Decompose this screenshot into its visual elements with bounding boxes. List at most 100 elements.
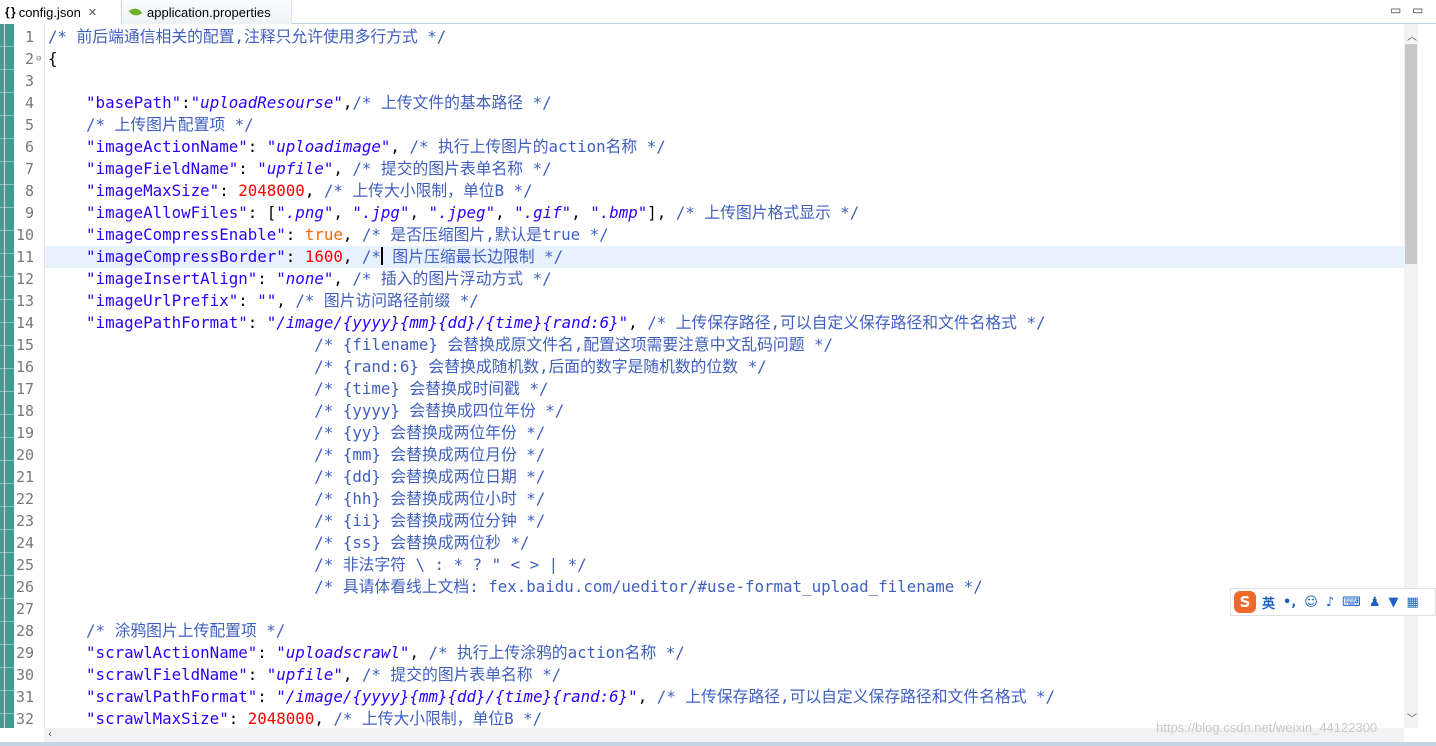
vertical-scroll-thumb[interactable] [1405,44,1417,264]
code-line[interactable]: /* 上传图片配置项 */ [48,114,1404,136]
code-line[interactable] [48,70,1404,92]
code-line[interactable]: "basePath":"uploadResourse",/* 上传文件的基本路径… [48,92,1404,114]
code-line[interactable]: /* {yyyy} 会替换成四位年份 */ [48,400,1404,422]
code-line[interactable]: /* {hh} 会替换成两位小时 */ [48,488,1404,510]
code-token: "upfile" [266,665,343,684]
line-number: 3 [24,72,34,90]
code-token: "scrawlActionName" [86,643,258,662]
code-line[interactable]: /* {mm} 会替换成两位月份 */ [48,444,1404,466]
code-token: "imageAllowFiles" [86,203,248,222]
line-number: 32 [15,710,34,728]
code-line[interactable]: /* {ii} 会替换成两位分钟 */ [48,510,1404,532]
scroll-down-icon[interactable]: ﹀ [1407,710,1417,725]
line-number: 21 [15,468,34,486]
code-token: : [219,181,239,200]
code-token: : [257,269,277,288]
code-line[interactable]: "imageUrlPrefix": "", /* 图片访问路径前缀 */ [48,290,1404,312]
code-line[interactable]: /* {filename} 会替换成原文件名,配置这项需要注意中文乱码问题 */ [48,334,1404,356]
code-editor[interactable]: 1 2 ⊖ 3 4 5 6 7 8 9 10 11 12 13 14 15 16 17 18 19 20 21 22 23 24… [0,24,1404,728]
code-line[interactable]: "imageAllowFiles": [".png", ".jpg", ".jp… [48,202,1404,224]
code-token: /* 涂鸦图片上传配置项 */ [86,621,286,640]
code-line[interactable]: "scrawlFieldName": "upfile", /* 提交的图片表单名… [48,664,1404,686]
window-bottom-border [0,742,1436,746]
user-icon[interactable]: ♟ [1369,595,1381,610]
code-line[interactable]: /* {yy} 会替换成两位年份 */ [48,422,1404,444]
code-lines[interactable]: /* 前后端通信相关的配置,注释只允许使用多行方式 */ { "basePath"… [45,26,1404,728]
line-number: 15 [15,336,34,354]
code-line[interactable]: /* {time} 会替换成时间戳 */ [48,378,1404,400]
code-line[interactable]: /* {rand:6} 会替换成随机数,后面的数字是随机数的位数 */ [48,356,1404,378]
code-token: , [390,137,410,156]
code-line[interactable]: "imagePathFormat": "/image/{yyyy}{mm}{dd… [48,312,1404,334]
code-line[interactable]: "imageCompressEnable": true, /* 是否压缩图片,默… [48,224,1404,246]
close-tab-icon[interactable]: ✕ [88,6,97,19]
keyboard-icon[interactable]: ⌨ [1342,595,1361,610]
grid-icon[interactable]: ▦ [1407,595,1419,610]
code-token: : [247,137,267,156]
scroll-left-icon[interactable]: ‹ [48,729,52,740]
code-token: "" [257,291,277,310]
code-token: , [342,93,353,112]
tab-application-properties[interactable]: application.properties [122,0,292,24]
code-token: : [247,665,267,684]
code-token: "upfile" [257,159,334,178]
line-number: 10 [15,226,34,244]
code-line[interactable]: { [48,48,1404,70]
code-token: /* 上传保存路径,可以自定义保存路径和文件名格式 */ [647,313,1046,332]
editor-tab-bar: { } config.json ✕ application.properties… [0,0,1436,24]
line-number-gutter: 1 2 ⊖ 3 4 5 6 7 8 9 10 11 12 13 14 15 16 17 18 19 20 21 22 23 24… [14,24,41,728]
tab-config-json[interactable]: { } config.json ✕ [0,0,122,24]
line-number: 29 [15,644,34,662]
code-line[interactable]: "imageInsertAlign": "none", /* 插入的图片浮动方式… [48,268,1404,290]
code-token: : [247,313,267,332]
vertical-scrollbar[interactable]: ︿ ﹀ [1404,24,1418,728]
code-token: /* 提交的图片表单名称 */ [352,159,552,178]
code-token: /* 前后端通信相关的配置,注释只允许使用多行方式 */ [48,27,447,46]
fold-toggle-icon[interactable]: ⊖ [36,48,41,70]
code-line[interactable]: "imageFieldName": "upfile", /* 提交的图片表单名称… [48,158,1404,180]
ime-language-toggle[interactable]: 英 [1262,593,1275,612]
code-line[interactable]: /* 涂鸦图片上传配置项 */ [48,620,1404,642]
code-token: : [257,643,277,662]
code-line[interactable]: /* {ss} 会替换成两位秒 */ [48,532,1404,554]
ime-logo-icon[interactable]: S [1234,591,1256,613]
code-line[interactable]: /* 前后端通信相关的配置,注释只允许使用多行方式 */ [48,26,1404,48]
microphone-icon[interactable]: ♪ [1326,595,1334,610]
gutter-separator [44,24,45,728]
ime-toolbar[interactable]: S 英 •, ☺ ♪ ⌨ ♟ ▼ ▦ [1230,588,1436,616]
code-line[interactable]: /* 非法字符 \ : * ? " < > | */ [48,554,1404,576]
code-line[interactable]: "imageActionName": "uploadimage", /* 执行上… [48,136,1404,158]
code-line[interactable]: "scrawlPathFormat": "/image/{yyyy}{mm}{d… [48,686,1404,708]
json-file-icon: { } [5,5,16,19]
code-line[interactable]: "scrawlActionName": "uploadscrawl", /* 执… [48,642,1404,664]
code-token: "uploadscrawl" [276,643,410,662]
code-token: : [ [247,203,277,222]
ime-punctuation-toggle[interactable]: •, [1283,595,1296,610]
minimize-icon[interactable]: ▭ [1390,3,1401,17]
line-number: 16 [15,358,34,376]
code-token: , [637,687,657,706]
emoji-icon[interactable]: ☺ [1304,595,1318,610]
skin-icon[interactable]: ▼ [1389,595,1399,610]
code-token: , [342,247,362,266]
line-number: 7 [24,160,34,178]
code-line[interactable]: /* {dd} 会替换成两位日期 */ [48,466,1404,488]
code-line[interactable] [48,598,1404,620]
line-number: 30 [15,666,34,684]
code-line[interactable]: "imageMaxSize": 2048000, /* 上传大小限制，单位B *… [48,180,1404,202]
scroll-up-icon[interactable]: ︿ [1407,28,1417,43]
code-token: /* 非法字符 \ : * ? " < > | */ [314,555,587,574]
code-token: 2048000 [238,181,305,200]
code-line[interactable]: /* 具请体看线上文档: fex.baidu.com/ueditor/#use-… [48,576,1404,598]
code-token: , [628,313,648,332]
code-line[interactable]: "imageCompressBorder": 1600, /* 图片压缩最长边限… [45,246,1404,268]
line-number: 28 [15,622,34,640]
line-number: 17 [15,380,34,398]
code-token: /* 上传图片配置项 */ [86,115,254,134]
maximize-icon[interactable]: ▭ [1412,3,1423,17]
line-number: 24 [15,534,34,552]
code-token: "/image/{yyyy}{mm}{dd}/{time}{rand:6}" [266,313,629,332]
